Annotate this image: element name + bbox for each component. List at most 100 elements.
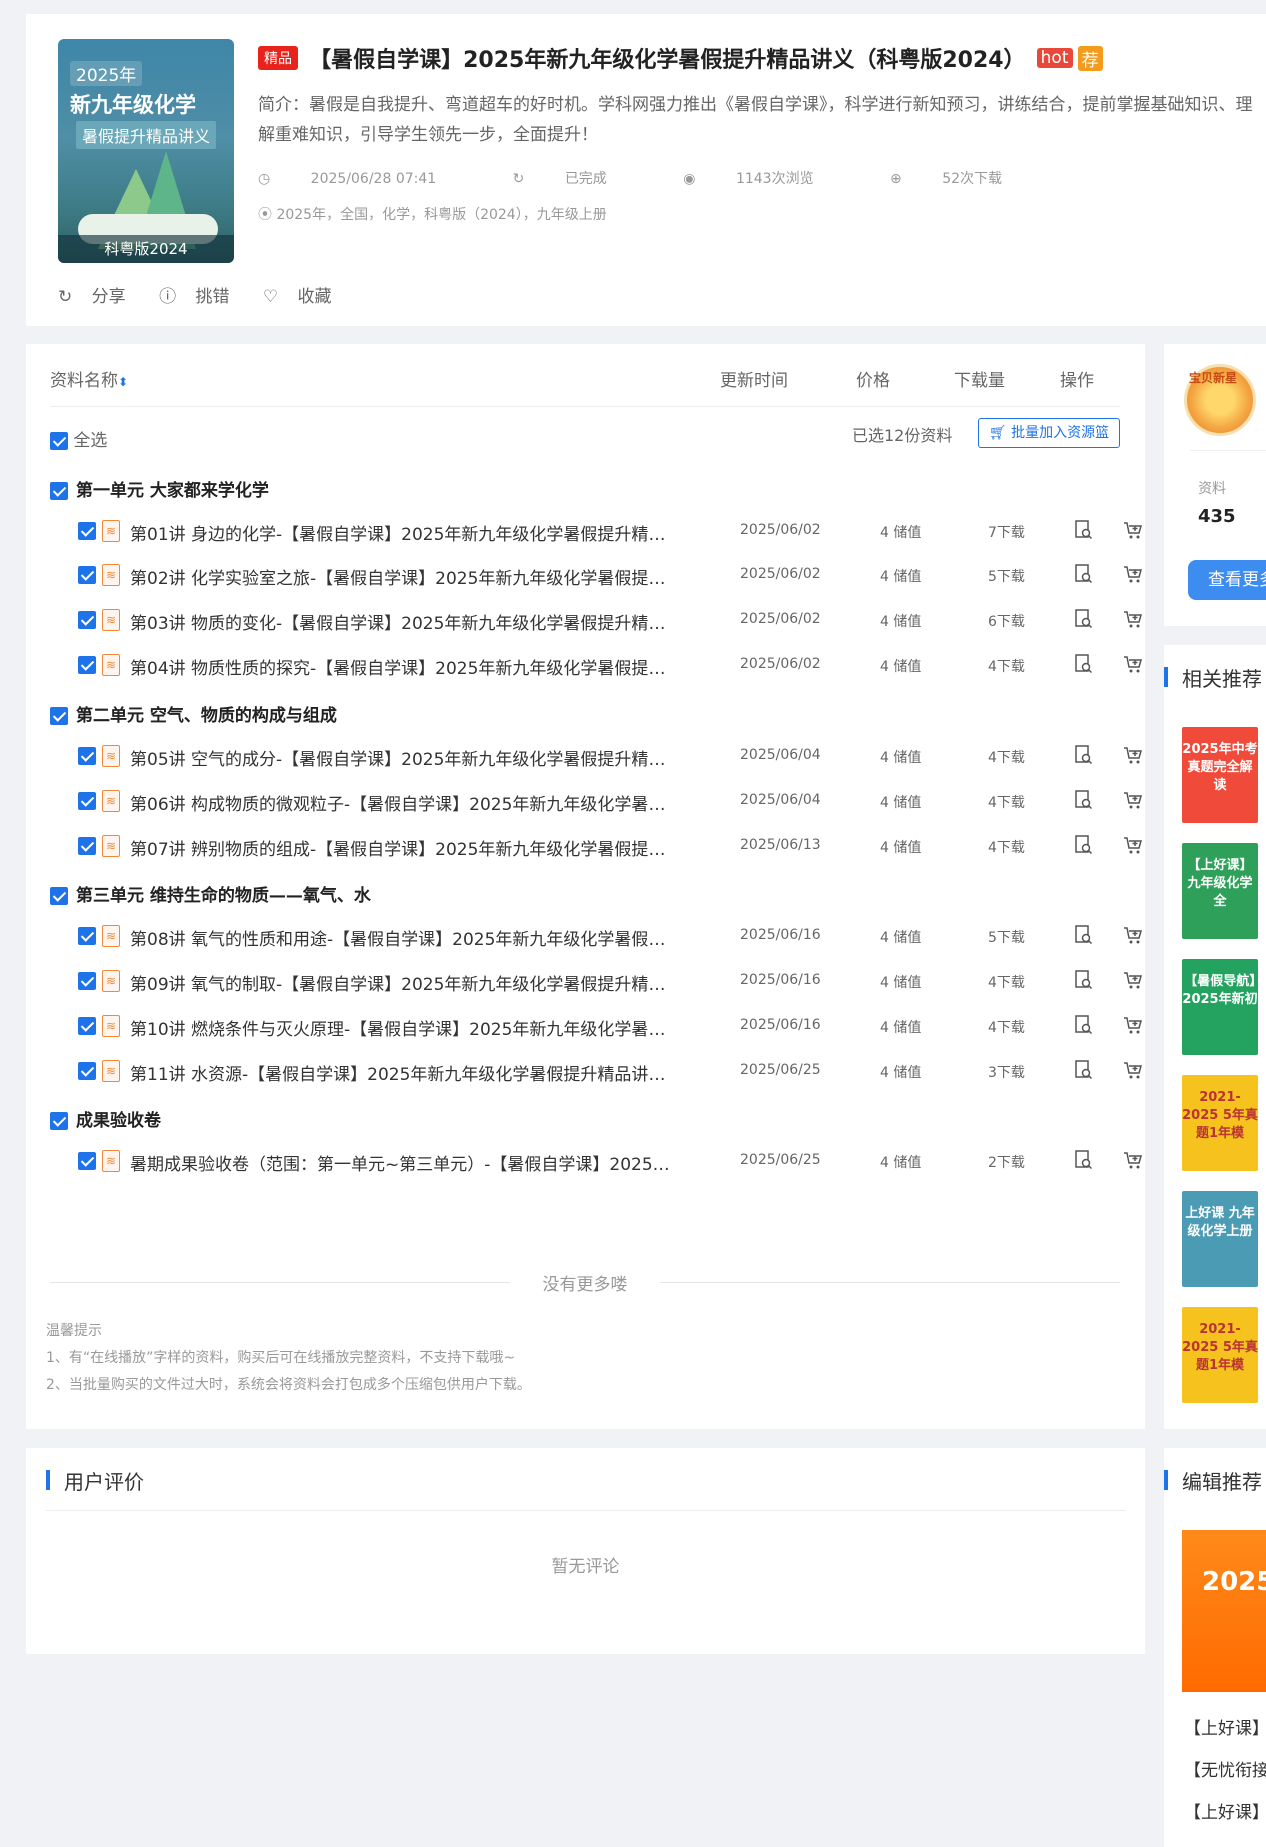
- file-price: 4 储值: [880, 659, 922, 675]
- preview-icon[interactable]: [1075, 1150, 1093, 1174]
- file-name[interactable]: 第02讲 化学实验室之旅-【暑假自学课】2025年新九年级化学暑假提升精品讲义（…: [130, 564, 670, 589]
- cover-edition: 科粤版2024: [58, 235, 234, 263]
- preview-icon[interactable]: [1075, 654, 1093, 678]
- file-price: 4 储值: [880, 840, 922, 856]
- unit-header[interactable]: 成果验收卷: [50, 1106, 161, 1131]
- file-name[interactable]: 第03讲 物质的变化-【暑假自学课】2025年新九年级化学暑假提升精品讲义（科粤…: [130, 609, 670, 634]
- review-card: 用户评价 暂无评论: [26, 1448, 1145, 1654]
- file-name[interactable]: 第04讲 物质性质的探究-【暑假自学课】2025年新九年级化学暑假提升精品讲义（…: [130, 654, 670, 679]
- add-to-cart-icon[interactable]: [1123, 609, 1143, 633]
- preview-icon[interactable]: [1075, 1015, 1093, 1039]
- column-header-time: 更新时间: [720, 371, 788, 391]
- table-row[interactable]: ≋ 第03讲 物质的变化-【暑假自学课】2025年新九年级化学暑假提升精品讲义（…: [78, 605, 1142, 635]
- preview-icon[interactable]: [1075, 609, 1093, 633]
- add-to-cart-icon[interactable]: [1123, 970, 1143, 994]
- table-row[interactable]: ≋ 第01讲 身边的化学-【暑假自学课】2025年新九年级化学暑假提升精品讲义（…: [78, 516, 1142, 546]
- file-name[interactable]: 第06讲 构成物质的微观粒子-【暑假自学课】2025年新九年级化学暑假提升精品讲…: [130, 790, 670, 815]
- unit-header[interactable]: 第二单元 空气、物质的构成与组成: [50, 701, 337, 726]
- select-all[interactable]: 全选: [50, 426, 107, 451]
- view-more-button[interactable]: 查看更多: [1188, 560, 1266, 600]
- cover-image[interactable]: 2025年 新九年级化学 暑假提升精品讲义 科粤版2024: [58, 39, 234, 263]
- editor-link[interactable]: 【无忧衔接: [1184, 1756, 1266, 1781]
- resource-tags: ⦿ 2025年，全国，化学，科粤版（2024），九年级上册: [258, 207, 607, 223]
- row-checkbox[interactable]: [78, 747, 96, 765]
- add-to-cart-icon[interactable]: [1123, 564, 1143, 588]
- table-row[interactable]: ≋ 第02讲 化学实验室之旅-【暑假自学课】2025年新九年级化学暑假提升精品讲…: [78, 560, 1142, 590]
- cover-year: 2025年: [70, 61, 143, 86]
- editor-link[interactable]: 【上好课】: [1184, 1798, 1266, 1823]
- row-checkbox[interactable]: [78, 1017, 96, 1035]
- preview-icon[interactable]: [1075, 835, 1093, 859]
- unit-header[interactable]: 第一单元 大家都来学化学: [50, 476, 269, 501]
- table-row[interactable]: ≋ 第04讲 物质性质的探究-【暑假自学课】2025年新九年级化学暑假提升精品讲…: [78, 650, 1142, 680]
- table-row[interactable]: ≋ 第10讲 燃烧条件与灭火原理-【暑假自学课】2025年新九年级化学暑假提升精…: [78, 1011, 1142, 1041]
- resource-intro: 简介：暑假是自我提升、弯道超车的好时机。学科网强力推出《暑假自学课》，科学进行新…: [258, 95, 1253, 145]
- select-all-checkbox[interactable]: [50, 432, 68, 450]
- unit-header[interactable]: 第三单元 维持生命的物质——氧气、水: [50, 881, 371, 906]
- add-to-cart-icon[interactable]: [1123, 1015, 1143, 1039]
- editor-cover[interactable]: 2025 真题分 好题注: [1182, 1530, 1266, 1692]
- row-checkbox[interactable]: [78, 1152, 96, 1170]
- add-to-cart-icon[interactable]: [1123, 1060, 1143, 1084]
- file-name[interactable]: 第01讲 身边的化学-【暑假自学课】2025年新九年级化学暑假提升精品讲义（科粤…: [130, 520, 670, 545]
- preview-icon[interactable]: [1075, 564, 1093, 588]
- table-row[interactable]: ≋ 第09讲 氧气的制取-【暑假自学课】2025年新九年级化学暑假提升精品讲义（…: [78, 966, 1142, 996]
- row-checkbox[interactable]: [78, 1062, 96, 1080]
- add-to-cart-icon[interactable]: [1123, 745, 1143, 769]
- preview-icon[interactable]: [1075, 520, 1093, 544]
- unit-checkbox[interactable]: [50, 887, 68, 905]
- row-checkbox[interactable]: [78, 837, 96, 855]
- related-thumb[interactable]: 2021-2025 5年真题1年模: [1182, 1307, 1258, 1403]
- add-to-cart-icon[interactable]: [1123, 520, 1143, 544]
- related-thumb[interactable]: 【暑假导航】2025年新初: [1182, 959, 1258, 1055]
- favorite-button[interactable]: ♡ 收藏: [263, 287, 346, 307]
- preview-icon[interactable]: [1075, 970, 1093, 994]
- add-to-cart-icon[interactable]: [1123, 835, 1143, 859]
- report-error-button[interactable]: ⓘ 挑错: [159, 287, 243, 307]
- related-thumb[interactable]: 上好课 九年级化学上册: [1182, 1191, 1258, 1287]
- table-row[interactable]: ≋ 暑期成果验收卷（范围：第一单元~第三单元）-【暑假自学课】2025年新九年级…: [78, 1146, 1142, 1176]
- related-thumb[interactable]: 2025年中考 真题完全解读: [1182, 727, 1258, 823]
- related-thumb[interactable]: 【上好课】九年级化学全: [1182, 843, 1258, 939]
- column-header-name[interactable]: 资料名称⬍: [50, 366, 128, 391]
- file-name[interactable]: 第08讲 氧气的性质和用途-【暑假自学课】2025年新九年级化学暑假提升精品讲义…: [130, 925, 670, 950]
- file-name[interactable]: 第07讲 辨别物质的组成-【暑假自学课】2025年新九年级化学暑假提升精品讲义（…: [130, 835, 670, 860]
- table-row[interactable]: ≋ 第08讲 氧气的性质和用途-【暑假自学课】2025年新九年级化学暑假提升精品…: [78, 921, 1142, 951]
- editor-link[interactable]: 【上好课】: [1184, 1714, 1266, 1739]
- file-name[interactable]: 第10讲 燃烧条件与灭火原理-【暑假自学课】2025年新九年级化学暑假提升精品讲…: [130, 1015, 670, 1040]
- row-checkbox[interactable]: [78, 972, 96, 990]
- share-button[interactable]: ↻ 分享: [58, 287, 140, 307]
- alert-icon: ⓘ: [159, 287, 182, 307]
- table-row[interactable]: ≋ 第07讲 辨别物质的组成-【暑假自学课】2025年新九年级化学暑假提升精品讲…: [78, 831, 1142, 861]
- file-name[interactable]: 第09讲 氧气的制取-【暑假自学课】2025年新九年级化学暑假提升精品讲义（科粤…: [130, 970, 670, 995]
- add-to-cart-icon[interactable]: [1123, 654, 1143, 678]
- table-row[interactable]: ≋ 第11讲 水资源-【暑假自学课】2025年新九年级化学暑假提升精品讲义（科粤…: [78, 1056, 1142, 1086]
- author-card: 宝贝新星 资料 435 查看更多: [1164, 344, 1266, 626]
- add-to-cart-icon[interactable]: [1123, 790, 1143, 814]
- row-checkbox[interactable]: [78, 792, 96, 810]
- row-checkbox[interactable]: [78, 522, 96, 540]
- avatar[interactable]: 宝贝新星: [1184, 364, 1256, 436]
- preview-icon[interactable]: [1075, 745, 1093, 769]
- row-checkbox[interactable]: [78, 611, 96, 629]
- preview-icon[interactable]: [1075, 1060, 1093, 1084]
- row-checkbox[interactable]: [78, 927, 96, 945]
- row-checkbox[interactable]: [78, 656, 96, 674]
- unit-checkbox[interactable]: [50, 707, 68, 725]
- add-to-cart-icon[interactable]: [1123, 1150, 1143, 1174]
- table-row[interactable]: ≋ 第06讲 构成物质的微观粒子-【暑假自学课】2025年新九年级化学暑假提升精…: [78, 786, 1142, 816]
- sort-icon[interactable]: ⬍: [118, 375, 128, 389]
- preview-icon[interactable]: [1075, 925, 1093, 949]
- preview-icon[interactable]: [1075, 790, 1093, 814]
- batch-add-button[interactable]: 🛒︎ 批量加入资源篮: [978, 418, 1120, 448]
- file-name[interactable]: 第05讲 空气的成分-【暑假自学课】2025年新九年级化学暑假提升精品讲义（科粤…: [130, 745, 670, 770]
- table-row[interactable]: ≋ 第05讲 空气的成分-【暑假自学课】2025年新九年级化学暑假提升精品讲义（…: [78, 741, 1142, 771]
- add-to-cart-icon[interactable]: [1123, 925, 1143, 949]
- row-checkbox[interactable]: [78, 566, 96, 584]
- unit-checkbox[interactable]: [50, 482, 68, 500]
- unit-checkbox[interactable]: [50, 1112, 68, 1130]
- related-thumb[interactable]: 2021-2025 5年真题1年模: [1182, 1075, 1258, 1171]
- file-name[interactable]: 暑期成果验收卷（范围：第一单元~第三单元）-【暑假自学课】2025年新九年级化学…: [130, 1150, 670, 1175]
- file-date: 2025/06/04: [740, 747, 821, 763]
- file-name[interactable]: 第11讲 水资源-【暑假自学课】2025年新九年级化学暑假提升精品讲义（科粤版2…: [130, 1060, 670, 1085]
